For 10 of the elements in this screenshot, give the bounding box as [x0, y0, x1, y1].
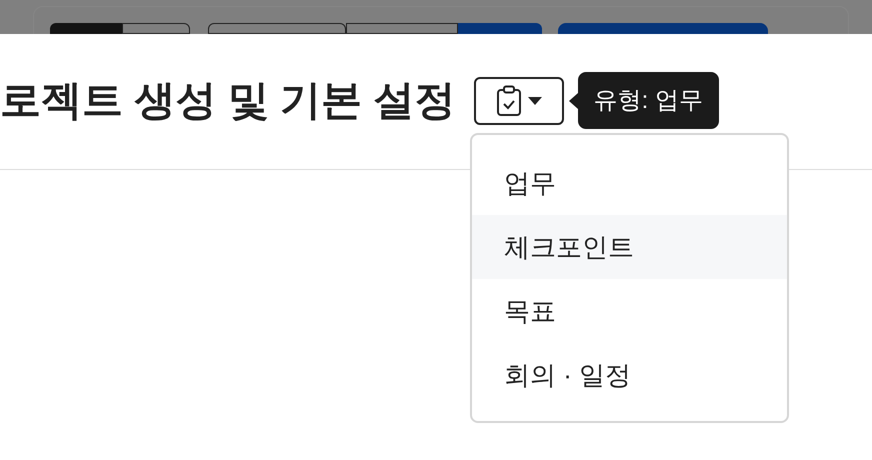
- menu-item[interactable]: 체크포인트: [472, 215, 787, 279]
- caret-icon: [528, 96, 542, 104]
- toolbar-button[interactable]: [122, 23, 190, 34]
- tooltip: 유형: 업무: [578, 72, 719, 129]
- dialog-title: 로젝트 생성 및 기본 설정: [0, 80, 456, 121]
- type-dropdown-button[interactable]: [474, 76, 564, 124]
- toolbar-button[interactable]: [208, 23, 346, 34]
- tooltip-pointer: [568, 92, 578, 108]
- clipboard-check-icon: [496, 84, 522, 116]
- toolbar-button[interactable]: [346, 23, 458, 34]
